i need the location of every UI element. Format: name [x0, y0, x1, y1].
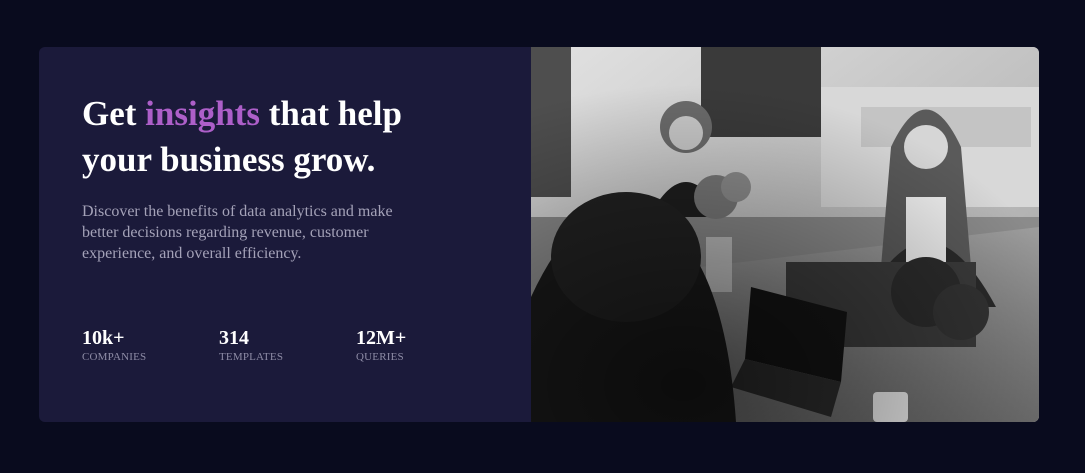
stat-companies: 10k+ COMPANIES [82, 327, 219, 364]
stat-label: COMPANIES [82, 351, 147, 363]
stat-templates: 314 TEMPLATES [219, 327, 356, 364]
stat-queries: 12M+ QUERIES [356, 327, 493, 364]
office-photo [531, 47, 1039, 422]
stat-label: QUERIES [356, 351, 404, 363]
card-content: Get insights that help your business gro… [39, 47, 531, 422]
headline: Get insights that help your business gro… [82, 91, 472, 183]
headline-accent: insights [145, 94, 260, 133]
headline-prefix: Get [82, 94, 146, 133]
stat-value: 314 [219, 327, 249, 349]
stat-value: 10k+ [82, 327, 125, 349]
office-photo-illustration [531, 47, 1039, 422]
stats-preview-card: Get insights that help your business gro… [39, 47, 1039, 422]
stat-value: 12M+ [356, 327, 407, 349]
description: Discover the benefits of data analytics … [82, 203, 393, 262]
stats-row: 10k+ COMPANIES 314 TEMPLATES 12M+ QUERIE… [82, 327, 493, 364]
stat-label: TEMPLATES [219, 351, 284, 363]
